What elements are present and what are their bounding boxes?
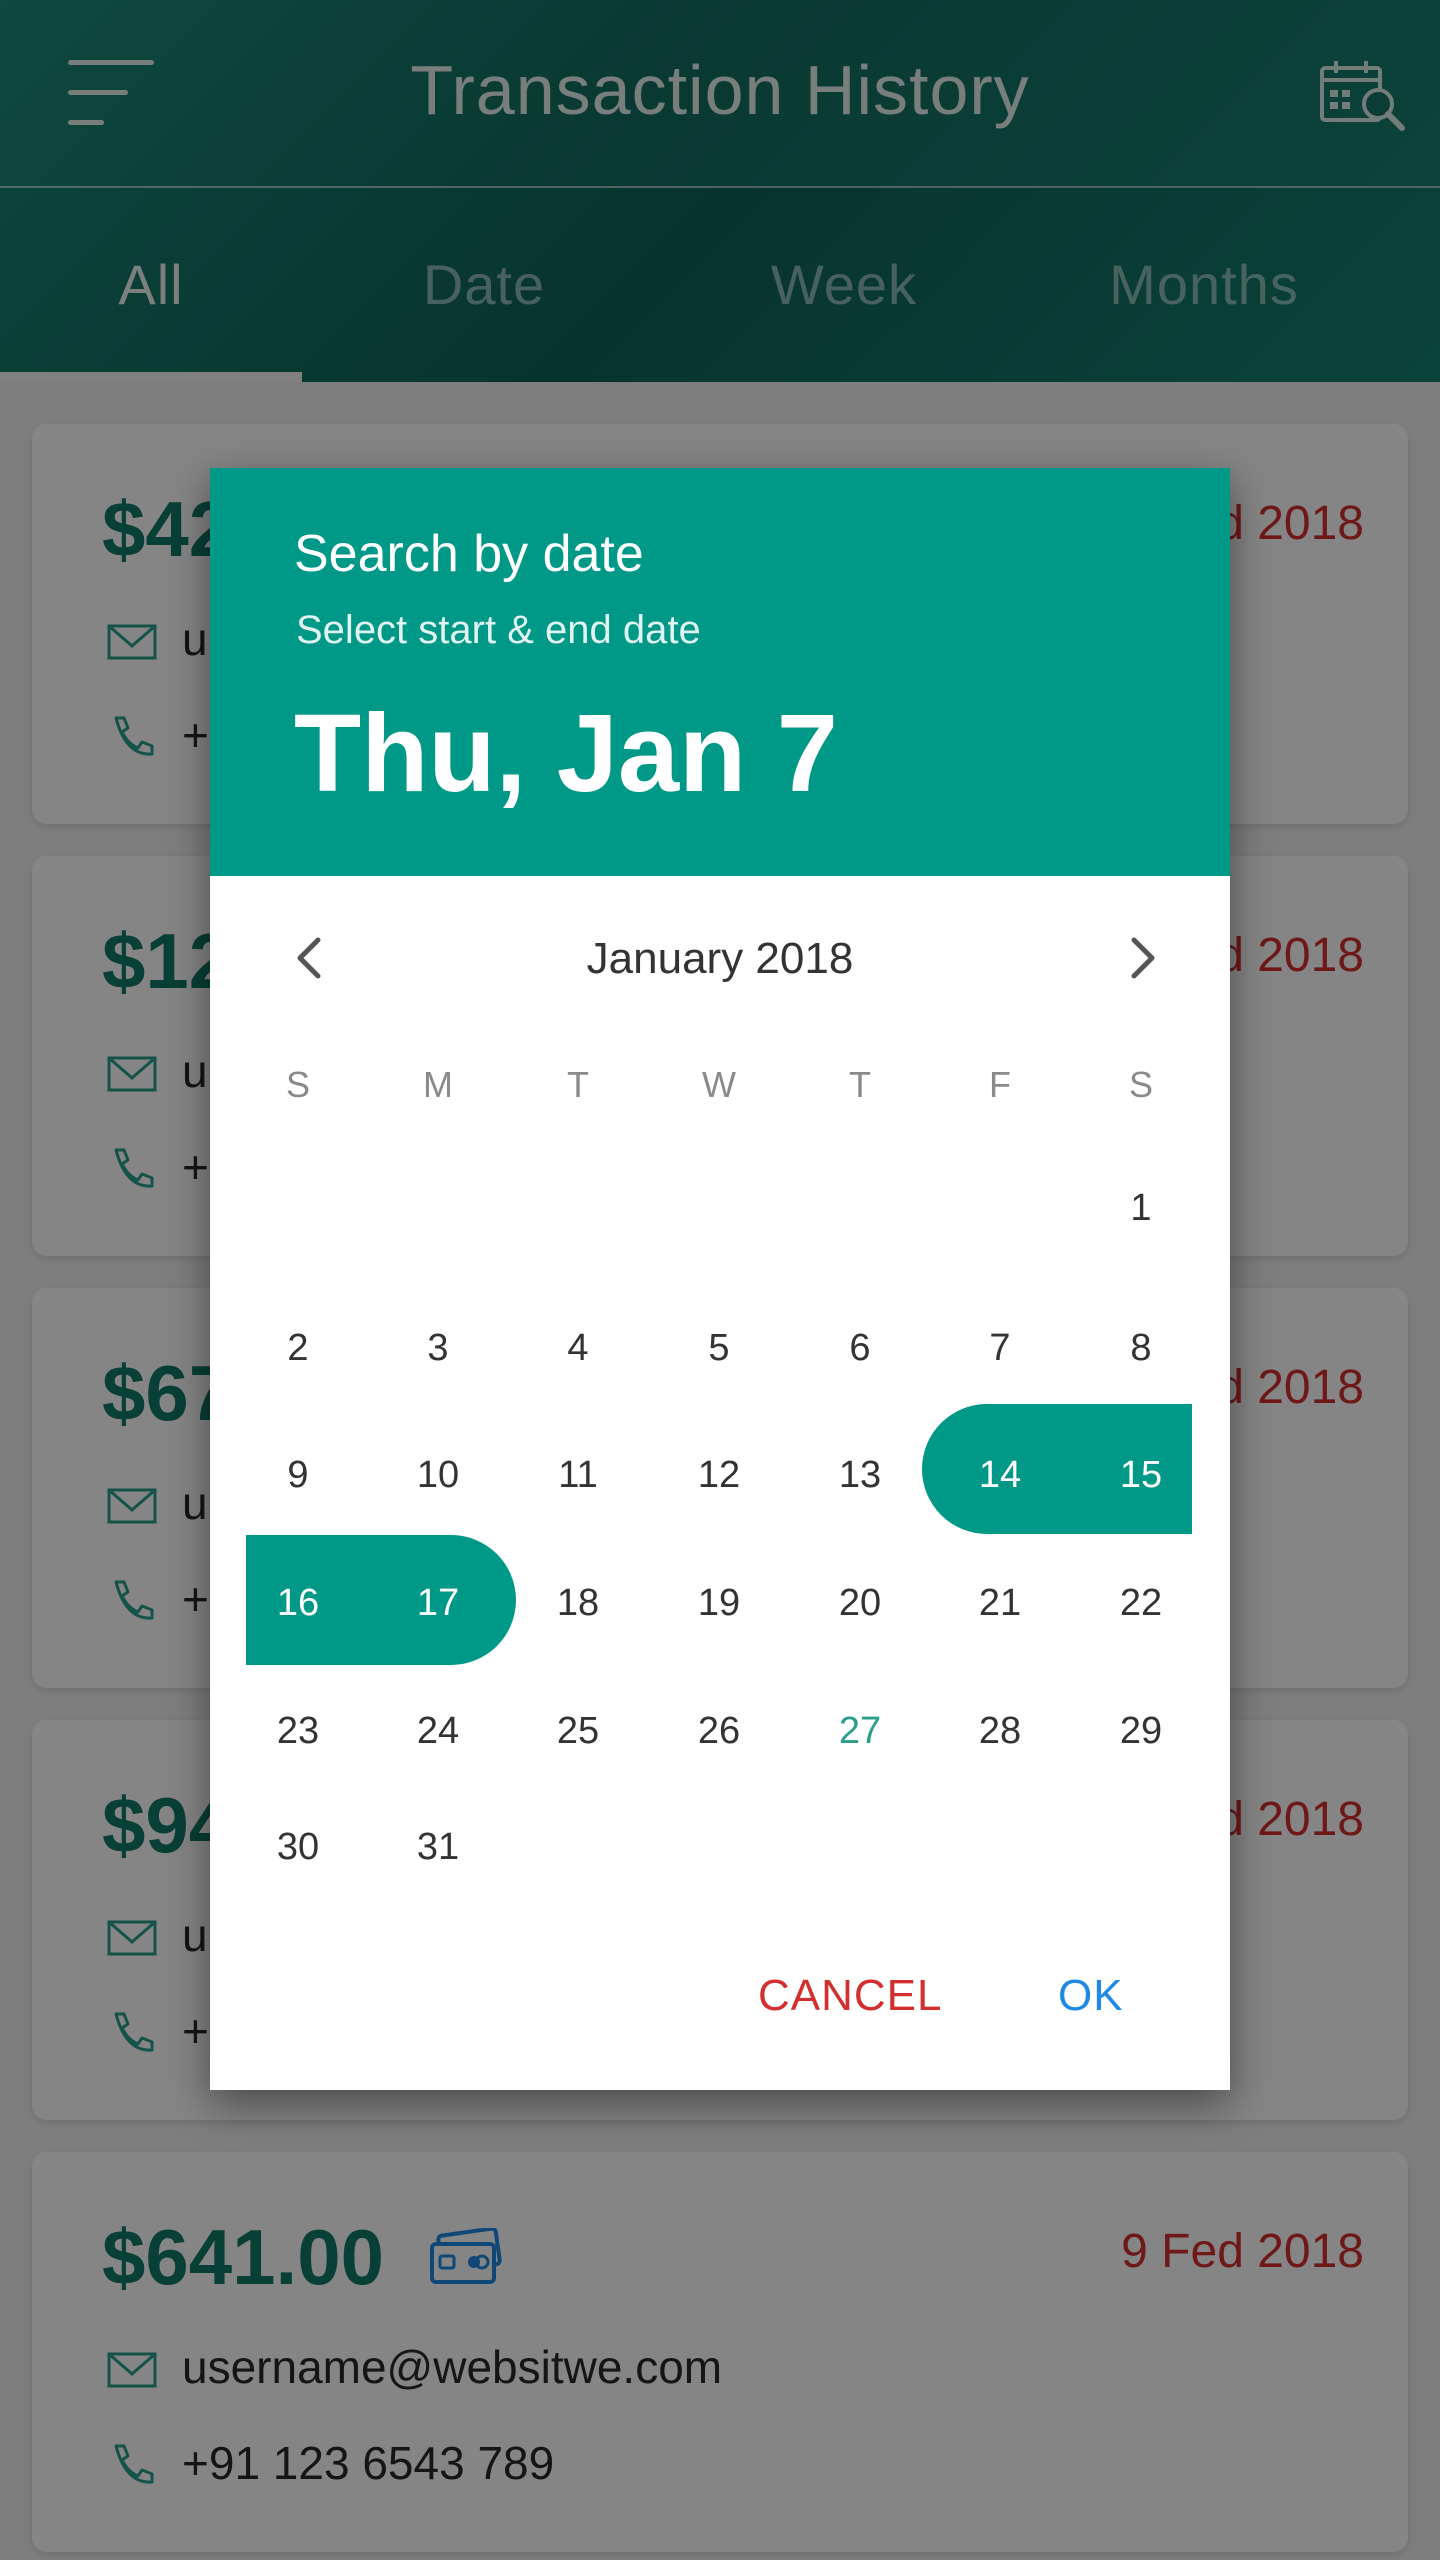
- weekday-label: S: [285, 1064, 310, 1105]
- calendar-day[interactable]: 27: [810, 1701, 910, 1761]
- calendar-day[interactable]: 20: [810, 1573, 910, 1633]
- calendar-day[interactable]: 29: [1091, 1701, 1191, 1761]
- calendar-day[interactable]: 28: [950, 1701, 1050, 1761]
- calendar-day[interactable]: 21: [950, 1573, 1050, 1633]
- weekday-label: F: [989, 1064, 1011, 1105]
- calendar-day[interactable]: 26: [669, 1701, 769, 1761]
- weekday-label: M: [423, 1064, 453, 1105]
- calendar-day[interactable]: 2: [248, 1318, 348, 1378]
- weekday-label: S: [1128, 1064, 1153, 1105]
- weekday-label: W: [702, 1064, 736, 1105]
- weekday-label: T: [567, 1064, 589, 1105]
- calendar-day[interactable]: 18: [528, 1573, 628, 1633]
- calendar-day[interactable]: 11: [528, 1445, 628, 1505]
- calendar-day[interactable]: 5: [669, 1318, 769, 1378]
- dialog-header: Search by date Select start & end date T…: [210, 468, 1230, 876]
- dialog-title: Search by date: [294, 525, 644, 583]
- calendar-day[interactable]: 3: [388, 1318, 488, 1378]
- calendar-day[interactable]: 25: [528, 1701, 628, 1761]
- calendar-day[interactable]: 13: [810, 1445, 910, 1505]
- calendar-day[interactable]: 19: [669, 1573, 769, 1633]
- calendar-day[interactable]: 1: [1091, 1178, 1191, 1238]
- chevron-right-icon[interactable]: [1112, 928, 1172, 988]
- calendar-day[interactable]: 8: [1091, 1318, 1191, 1378]
- calendar-day[interactable]: 4: [528, 1318, 628, 1378]
- selected-date: Thu, Jan 7: [294, 692, 838, 815]
- calendar-day[interactable]: 17: [388, 1573, 488, 1633]
- calendar-day[interactable]: 22: [1091, 1573, 1191, 1633]
- calendar-day[interactable]: 14: [950, 1445, 1050, 1505]
- month-label: January 2018: [586, 934, 854, 983]
- weekday-label: T: [849, 1064, 871, 1105]
- calendar-day[interactable]: 6: [810, 1318, 910, 1378]
- calendar-day[interactable]: 24: [388, 1701, 488, 1761]
- calendar-day[interactable]: 15: [1091, 1445, 1191, 1505]
- calendar-day[interactable]: 7: [950, 1318, 1050, 1378]
- calendar-day[interactable]: 10: [388, 1445, 488, 1505]
- calendar-day[interactable]: 9: [248, 1445, 348, 1505]
- calendar-day[interactable]: 16: [248, 1573, 348, 1633]
- dialog-subtitle: Select start & end date: [296, 608, 701, 652]
- calendar-day[interactable]: 23: [248, 1701, 348, 1761]
- calendar-day[interactable]: 30: [248, 1817, 348, 1877]
- calendar-day[interactable]: 31: [388, 1817, 488, 1877]
- ok-button[interactable]: OK: [1058, 1966, 1124, 2026]
- date-picker-dialog: Search by date Select start & end date T…: [210, 468, 1230, 2090]
- cancel-button[interactable]: CANCEL: [758, 1966, 943, 2026]
- calendar-day[interactable]: 12: [669, 1445, 769, 1505]
